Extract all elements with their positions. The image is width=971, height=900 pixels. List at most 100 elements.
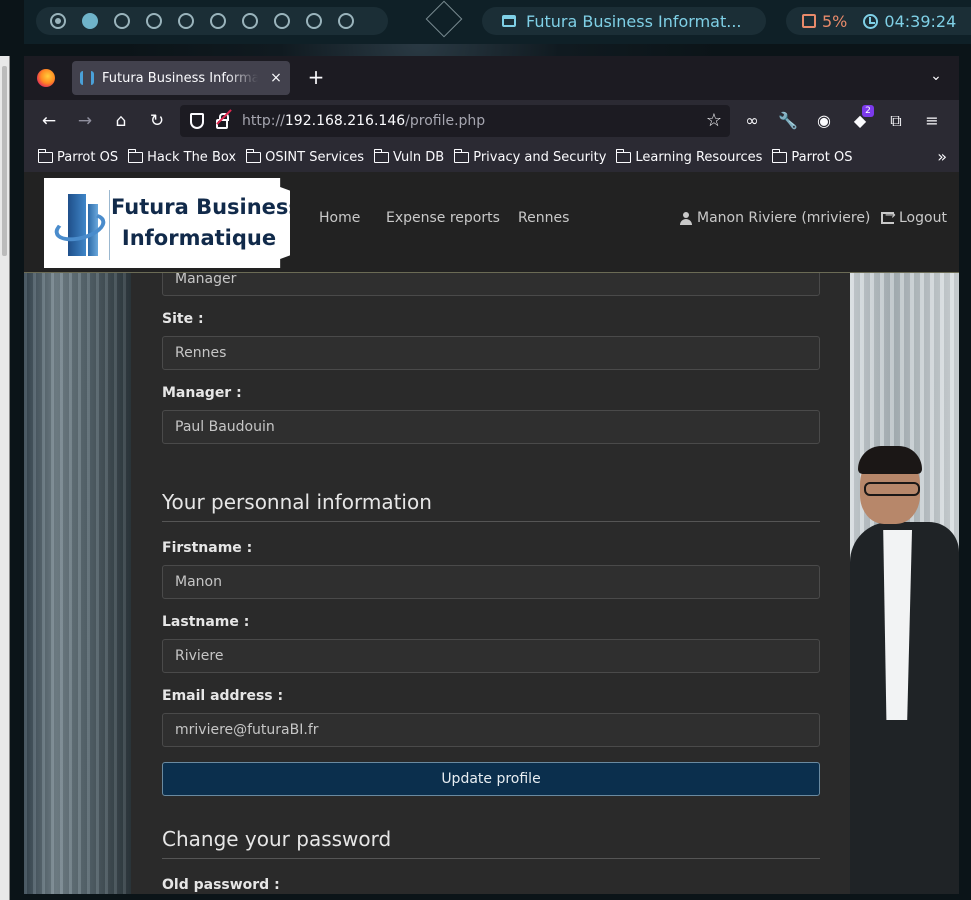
bookmark-folder[interactable]: Privacy and Security	[453, 149, 607, 165]
workspace-10[interactable]	[338, 13, 354, 29]
bookmark-label: Hack The Box	[147, 149, 237, 165]
folder-icon	[771, 149, 788, 163]
site-favicon-icon	[80, 71, 94, 85]
bookmark-star-icon[interactable]: ☆	[706, 110, 722, 131]
folder-icon	[373, 149, 390, 163]
workspace-9[interactable]	[306, 13, 322, 29]
web-page: Manager Site : Rennes Manager : Paul Bau…	[24, 172, 959, 894]
email-label: Email address :	[162, 688, 284, 704]
url-scheme: http://	[242, 113, 285, 129]
workspace-switcher	[36, 7, 388, 35]
folder-icon	[615, 149, 632, 163]
folder-icon	[127, 149, 144, 163]
clock-icon	[863, 13, 879, 29]
nav-home[interactable]: Home	[319, 210, 360, 226]
url-host: 192.168.216.146	[284, 113, 406, 129]
folder-icon	[37, 149, 53, 163]
back-button[interactable]: ←	[36, 108, 62, 134]
workspace-8[interactable]	[274, 13, 290, 29]
bookmark-folder[interactable]: Hack The Box	[127, 149, 237, 165]
bookmarks-toolbar: Parrot OS Hack The Box OSINT Services Vu…	[24, 142, 959, 172]
building-logo-icon	[51, 190, 110, 260]
nav-rennes[interactable]: Rennes	[518, 210, 569, 226]
ublock-extension-icon[interactable]: ◉	[812, 109, 836, 133]
menu-hamburger-icon[interactable]: ≡	[920, 109, 944, 133]
extensions-puzzle-icon[interactable]: ⧉	[884, 109, 908, 133]
bookmark-folder[interactable]: Parrot OS	[37, 149, 118, 165]
user-name: Manon Riviere (mriviere)	[697, 210, 871, 226]
glasses	[864, 482, 920, 496]
user-icon	[680, 211, 692, 225]
extension-badge-icon[interactable]: ◆ 2	[848, 105, 874, 133]
manager-input[interactable]: Paul Baudouin	[162, 410, 820, 444]
home-button[interactable]: ⌂	[108, 108, 134, 134]
firstname-input[interactable]: Manon	[162, 565, 820, 599]
person-photo	[850, 446, 959, 894]
site-logo[interactable]: Futura Business Informatique	[44, 178, 290, 268]
bookmark-label: Vuln DB	[393, 149, 445, 165]
clock: 04:39:24	[884, 11, 957, 31]
chevron-down-icon[interactable]: ⌄	[926, 68, 946, 88]
workspace-1[interactable]	[50, 13, 66, 29]
system-tray: 5% 04:39:24	[786, 7, 971, 35]
background-window-edge[interactable]	[0, 56, 10, 900]
cpu-icon	[802, 14, 816, 28]
site-input[interactable]: Rennes	[162, 336, 820, 370]
logout-label: Logout	[899, 210, 947, 226]
email-input[interactable]: mriviere@futuraBI.fr	[162, 713, 820, 747]
new-tab-button[interactable]: +	[304, 66, 328, 90]
firefox-icon[interactable]	[37, 69, 55, 87]
chevron-double-right-icon[interactable]: »	[937, 147, 947, 166]
site-header: Futura Business Informatique Home Expens…	[24, 172, 959, 273]
bookmark-folder[interactable]: Learning Resources	[615, 149, 762, 165]
diamond-icon	[425, 0, 463, 38]
wrench-icon[interactable]: 🔧	[776, 109, 800, 133]
url-text[interactable]: http://192.168.216.146/profile.php	[242, 113, 485, 129]
workspace-7[interactable]	[242, 13, 258, 29]
tab-bar: Futura Business Informatique × + ⌄	[24, 56, 959, 100]
top-panel: Futura Business Informat... 5% 04:39:24	[24, 0, 971, 44]
logo-line-2: Informatique	[121, 226, 277, 250]
bookmark-folder[interactable]: Vuln DB	[373, 149, 445, 165]
profile-form: Manager Site : Rennes Manager : Paul Bau…	[131, 262, 850, 894]
cpu-usage: 5%	[822, 11, 848, 31]
bookmark-folder[interactable]: Parrot OS	[771, 149, 853, 165]
workspace-5[interactable]	[178, 13, 194, 29]
user-profile-link[interactable]: Manon Riviere (mriviere)	[680, 210, 870, 226]
bookmark-label: Parrot OS	[791, 149, 853, 165]
window-icon	[502, 15, 516, 27]
mask-extension-icon[interactable]: ∞	[740, 109, 764, 133]
browser-window: Futura Business Informatique × + ⌄ ← → ⌂…	[24, 56, 959, 894]
close-icon[interactable]: ×	[266, 70, 286, 86]
active-window-title[interactable]: Futura Business Informat...	[482, 7, 766, 35]
tab-active[interactable]: Futura Business Informatique ×	[72, 61, 290, 95]
nav-expense-reports[interactable]: Expense reports	[386, 210, 500, 226]
folder-icon	[453, 149, 470, 163]
hair	[858, 446, 922, 474]
personal-info-heading: Your personnal information	[162, 490, 820, 522]
lastname-label: Lastname :	[162, 614, 250, 630]
navigation-toolbar: ← → ⌂ ↻ http://192.168.216.146/profile.p…	[24, 100, 959, 142]
url-path: /profile.php	[405, 113, 486, 129]
firstname-label: Firstname :	[162, 540, 253, 556]
tracking-protection-icon[interactable]	[190, 113, 204, 129]
workspace-4[interactable]	[146, 13, 162, 29]
workspace-6[interactable]	[210, 13, 226, 29]
insecure-lock-icon[interactable]	[216, 112, 229, 129]
tab-title: Futura Business Informatique	[102, 70, 258, 86]
window-title-label: Futura Business Informat...	[526, 11, 742, 31]
site-label: Site :	[162, 311, 204, 327]
old-password-label: Old password :	[162, 877, 280, 893]
lastname-input[interactable]: Riviere	[162, 639, 820, 673]
reload-button[interactable]: ↻	[144, 108, 170, 134]
logout-link[interactable]: Logout	[881, 208, 947, 226]
forward-button[interactable]: →	[72, 108, 98, 134]
folder-icon	[245, 149, 262, 163]
url-bar[interactable]: http://192.168.216.146/profile.php ☆	[180, 105, 730, 137]
bookmark-label: Privacy and Security	[473, 149, 607, 165]
workspace-3[interactable]	[114, 13, 130, 29]
background-photo-left	[24, 272, 131, 894]
workspace-2[interactable]	[82, 13, 98, 29]
update-profile-button[interactable]: Update profile	[162, 762, 820, 796]
bookmark-folder[interactable]: OSINT Services	[245, 149, 364, 165]
